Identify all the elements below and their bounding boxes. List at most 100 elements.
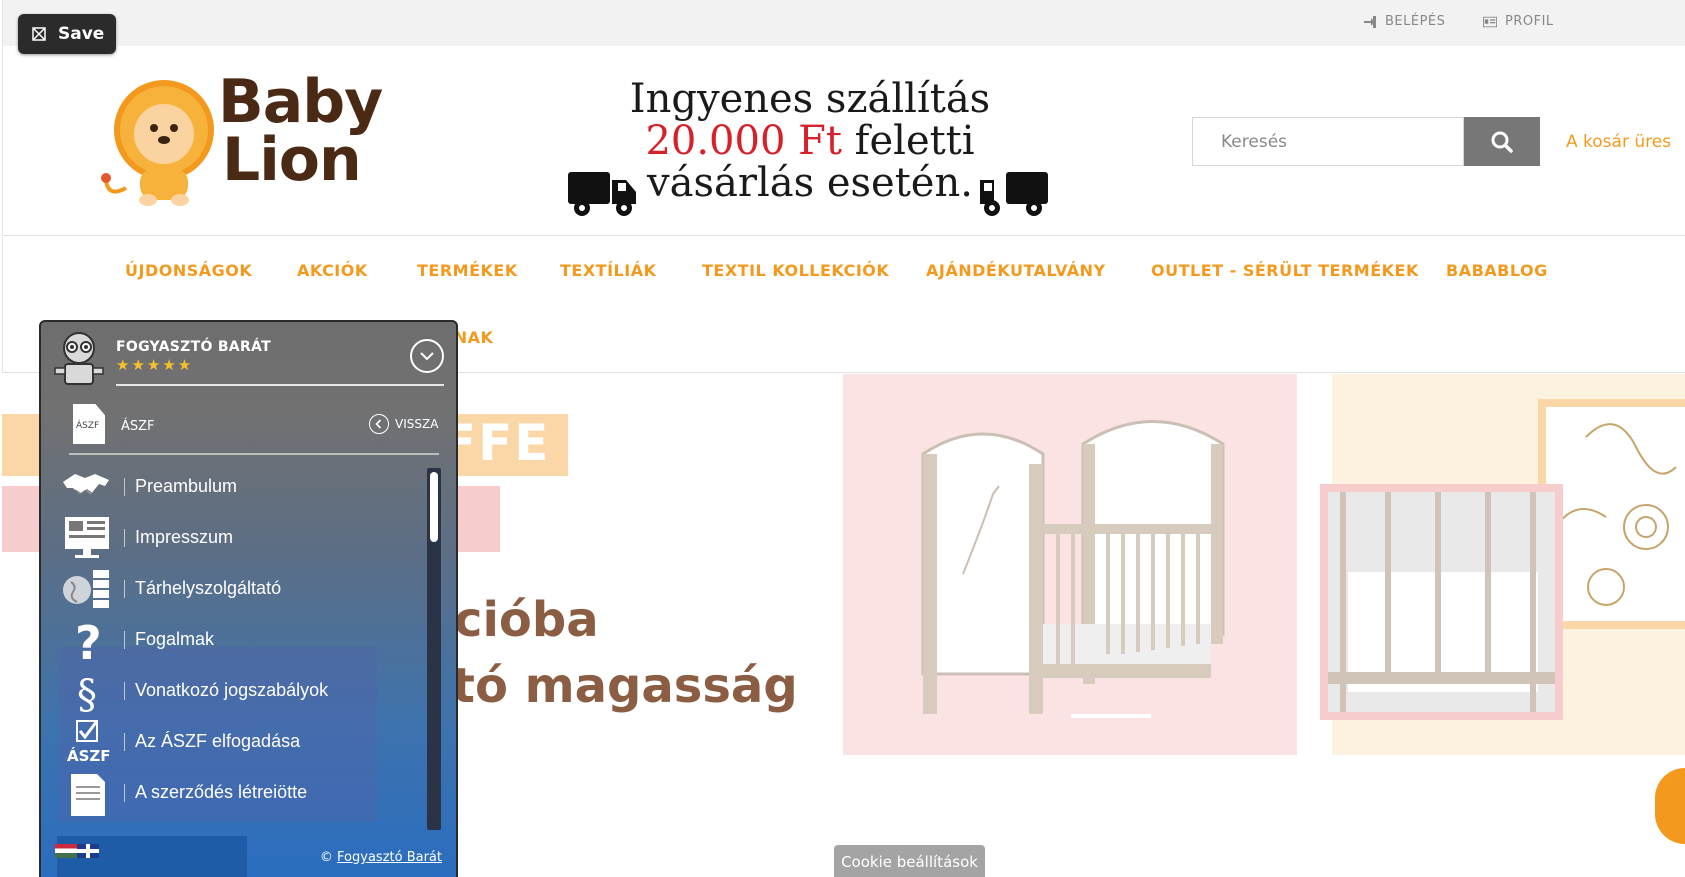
- promo-line-1: Ingyenes szállítás: [629, 76, 991, 122]
- profile-label: PROFIL: [1505, 14, 1554, 29]
- page: BELÉPÉS PROFIL Save Baby Lion Ingyenes s…: [0, 0, 1685, 877]
- item-separator: [124, 631, 125, 649]
- list-item[interactable]: Tárhelyszolgáltató: [56, 564, 426, 614]
- item-separator: [124, 682, 125, 700]
- paragraph-icon: §: [77, 672, 97, 714]
- handshake-icon: [63, 474, 109, 495]
- rating-stars: ★★★★★: [116, 356, 194, 374]
- crib-photo: [1320, 484, 1563, 720]
- save-label: Save: [58, 24, 105, 44]
- language-flags: [55, 844, 99, 858]
- lion-mascot-icon: [101, 80, 214, 206]
- widget-footer: © Fogyasztó Barát: [41, 836, 456, 877]
- search-input[interactable]: [1192, 117, 1464, 166]
- back-label: VISSZA: [395, 417, 439, 431]
- list-item[interactable]: Preambulum: [56, 462, 426, 512]
- crib-illustration: [921, 420, 1225, 718]
- banner-line-1: cióba: [454, 592, 599, 648]
- free-shipping-banner[interactable]: Ingyenes szállítás 20.000 Ft feletti vás…: [568, 76, 1050, 216]
- search-button[interactable]: [1464, 117, 1540, 166]
- cart-status[interactable]: A kosár üres: [1566, 132, 1671, 152]
- svg-text:§: §: [77, 672, 97, 714]
- profile-link[interactable]: PROFIL: [1483, 14, 1554, 29]
- aszf-menu-list: Preambulum Impresszum Tárhelyszolgáltató…: [41, 462, 456, 834]
- item-label: Vonatkozó jogszabályok: [135, 680, 329, 700]
- globe-server-icon: [63, 570, 109, 608]
- logo[interactable]: Baby Lion: [98, 68, 383, 208]
- list-item[interactable]: § Vonatkozó jogszabályok: [56, 666, 426, 716]
- search-icon: [1491, 131, 1513, 153]
- logo-wordmark: Baby Lion: [218, 67, 383, 195]
- list-item[interactable]: A szerződés létreiötte: [56, 768, 426, 818]
- truck-icon-left: [568, 172, 636, 216]
- nav-item-ujdonsagok[interactable]: ÚJDONSÁGOK: [125, 261, 252, 280]
- item-separator: [124, 529, 125, 547]
- item-label: A szerződés létreiötte: [135, 782, 308, 802]
- uk-flag-icon[interactable]: [77, 844, 99, 858]
- hungarian-flag-icon[interactable]: [55, 844, 77, 858]
- consumer-friend-widget: FOGYASZTÓ BARÁT ★★★★★ ÁSZF ÁSZF VISSZA P…: [39, 320, 458, 877]
- item-label: Az ÁSZF elfogadása: [135, 731, 301, 751]
- section-title: ÁSZF: [121, 419, 155, 434]
- nav-item-babablog[interactable]: BABABLOG: [1446, 261, 1548, 280]
- banner-headline-top: FFE: [442, 414, 551, 472]
- promo-amount: 20.000 Ft: [645, 118, 842, 164]
- cookie-settings-button[interactable]: Cookie beállítások: [834, 845, 985, 877]
- item-separator: [124, 784, 125, 802]
- chevron-left-icon: [369, 414, 389, 434]
- robot-mascot-icon: [54, 332, 104, 385]
- list-item[interactable]: ? Fogalmak: [56, 615, 426, 665]
- header-divider: [116, 384, 444, 386]
- crib-photo-illustration: [1328, 492, 1555, 712]
- logo-line-1: Baby: [218, 67, 383, 137]
- monitor-icon: [65, 517, 109, 558]
- crib-image: [843, 374, 1297, 755]
- nav-item-ajandekutalvany[interactable]: AJÁNDÉKUTALVÁNY: [926, 261, 1106, 280]
- copyright-symbol: ©: [319, 850, 333, 865]
- chat-bubble-button[interactable]: [1655, 768, 1685, 844]
- aszf-check-icon: ÁSZF: [67, 720, 111, 765]
- document-icon: [71, 774, 105, 816]
- search-form: [1192, 117, 1540, 166]
- promo-line-2: 20.000 Ft feletti: [570, 118, 1050, 164]
- back-button[interactable]: VISSZA: [369, 414, 438, 434]
- chevron-down-icon: [420, 352, 434, 361]
- login-label: BELÉPÉS: [1385, 14, 1446, 29]
- save-button[interactable]: Save: [18, 14, 116, 54]
- section-divider: [69, 453, 439, 455]
- nav-item-outlet[interactable]: OUTLET - SÉRÜLT TERMÉKEK: [1151, 261, 1419, 280]
- list-item[interactable]: ÁSZF Az ÁSZF elfogadása: [56, 717, 426, 767]
- collapse-button[interactable]: [410, 339, 444, 373]
- item-separator: [124, 478, 125, 496]
- copyright-link[interactable]: Fogyasztó Barát: [337, 850, 442, 865]
- pattern-doodle: [1555, 423, 1677, 606]
- nav-item-textil-kollekciok[interactable]: TEXTIL KOLLEKCIÓK: [702, 261, 889, 280]
- question-mark-icon: ?: [75, 617, 102, 663]
- check-icon-text: ÁSZF: [67, 746, 111, 765]
- item-separator: [124, 580, 125, 598]
- login-link[interactable]: BELÉPÉS: [1363, 14, 1445, 29]
- aszf-document-icon: ÁSZF: [73, 404, 105, 444]
- promo-line-2-rest: feletti: [841, 118, 975, 164]
- banner-line-2: tó magasság: [452, 658, 798, 714]
- item-label: Impresszum: [135, 527, 234, 547]
- nav-item-termekek[interactable]: TERMÉKEK: [417, 261, 518, 280]
- copyright: © Fogyasztó Barát: [320, 850, 442, 865]
- top-bar: BELÉPÉS PROFIL: [2, 0, 1685, 46]
- svg-text:?: ?: [75, 617, 102, 663]
- item-label: Tárhelyszolgáltató: [135, 578, 282, 598]
- nav-item-textiliak[interactable]: TEXTÍLIÁK: [560, 261, 656, 280]
- item-label: Fogalmak: [135, 629, 215, 649]
- scrollbar-thumb[interactable]: [430, 472, 438, 542]
- item-label: Preambulum: [135, 476, 238, 496]
- item-separator: [124, 733, 125, 751]
- nav-item-akciok[interactable]: AKCIÓK: [297, 261, 368, 280]
- profile-card-icon: [1483, 16, 1497, 27]
- logo-line-2: Lion: [222, 125, 362, 195]
- doc-icon-text: ÁSZF: [76, 421, 100, 431]
- widget-header: FOGYASZTÓ BARÁT ★★★★★: [41, 322, 456, 386]
- truck-icon-right: [980, 172, 1048, 216]
- section-header: ÁSZF ÁSZF VISSZA: [41, 392, 456, 452]
- list-item[interactable]: Impresszum: [56, 513, 426, 563]
- widget-title: FOGYASZTÓ BARÁT: [116, 339, 271, 355]
